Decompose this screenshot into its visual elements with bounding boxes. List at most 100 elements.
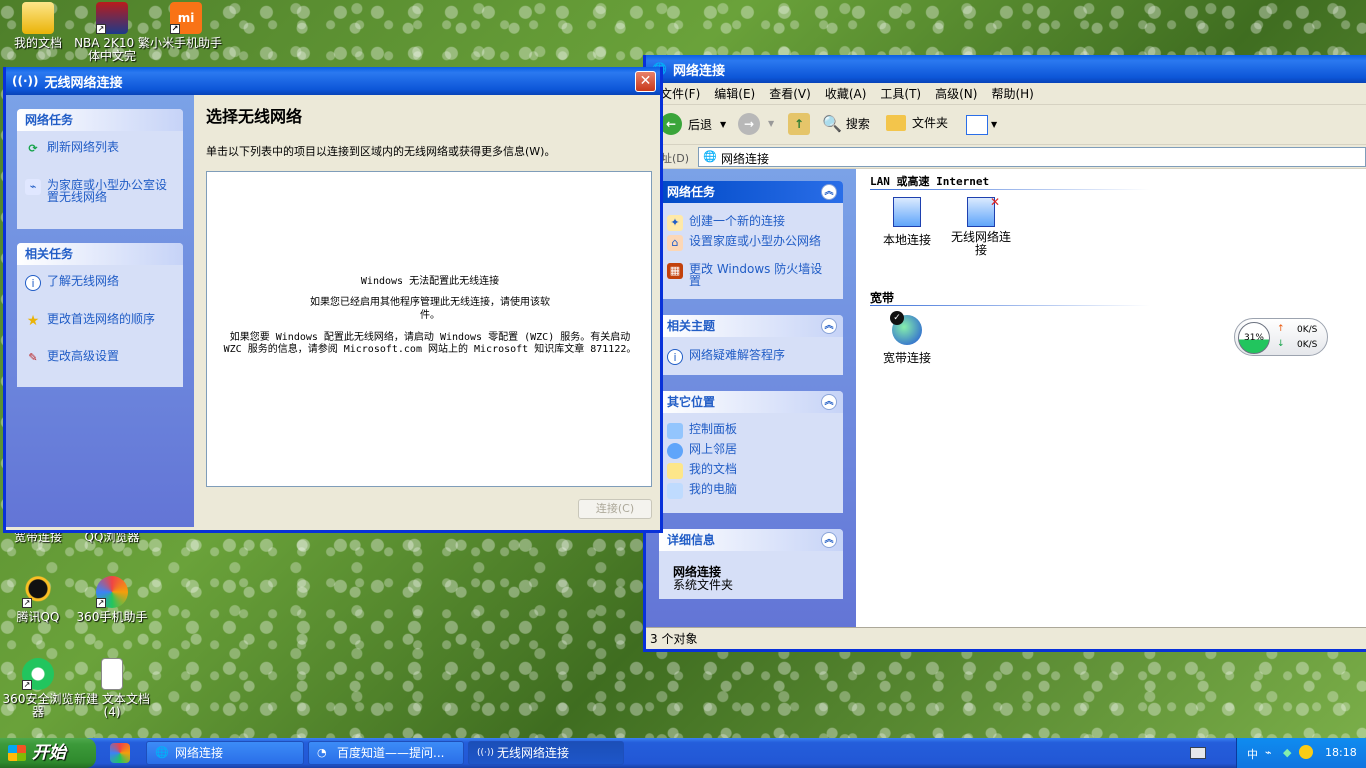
lan-computer-icon <box>893 197 921 227</box>
network-window-titlebar[interactable]: 🌐 网络连接 <box>646 55 1366 83</box>
nba-game-icon: ↗ <box>96 2 128 34</box>
forward-dropdown-icon[interactable]: ▼ <box>768 119 774 128</box>
menu-advanced[interactable]: 高级(N) <box>935 83 977 104</box>
back-button[interactable]: ← 后退 ▼ <box>660 113 726 135</box>
change-preferred-order-link[interactable]: ★ 更改首选网络的顺序 <box>25 313 155 329</box>
troubleshooter-link[interactable]: i 网络疑难解答程序 <box>667 349 785 365</box>
network-tasks-header[interactable]: 网络任务 ︽ <box>659 181 843 203</box>
control-panel-link[interactable]: 控制面板 <box>667 423 737 439</box>
wireless-network-tasks-title: 网络任务 <box>25 113 74 127</box>
network-tasks-group: 网络任务 ︽ ✦ 创建一个新的连接 ⌂ 设置家庭或小型办公网络 ▦ 更改 Win… <box>659 181 843 299</box>
connect-button[interactable]: 连接(C) <box>578 499 652 519</box>
address-network-icon: 🌐 <box>703 150 717 163</box>
windows-flag-icon <box>8 745 26 761</box>
desktop-icon-text-file[interactable]: 新建 文本文档 (4) <box>74 658 150 719</box>
setup-home-wireless-link[interactable]: ⌁ 为家庭或小型办公室设置无线网络 <box>25 179 175 203</box>
taskbar-item-network[interactable]: 🌐 网络连接 <box>146 741 304 765</box>
status-text: 3 个对象 <box>650 632 698 646</box>
change-advanced-settings-link[interactable]: ✎ 更改高级设置 <box>25 350 119 366</box>
text-file-icon <box>101 658 123 690</box>
forward-button[interactable]: → <box>738 113 760 135</box>
network-folder-icon: 🌐 <box>155 746 169 759</box>
related-topics-header[interactable]: 相关主题 ︽ <box>659 315 843 337</box>
up-folder-icon[interactable]: ↑ <box>788 113 810 135</box>
setup-home-wireless-label: 为家庭或小型办公室设置无线网络 <box>47 178 168 204</box>
menu-help[interactable]: 帮助(H) <box>991 83 1033 104</box>
broadband-connection-item[interactable]: ✓ 宽带连接 <box>874 311 940 366</box>
desktop-icon-qq[interactable]: ↗ 腾讯QQ <box>0 576 76 624</box>
refresh-icon: ⟳ <box>28 142 38 155</box>
download-arrow-icon: ↓ <box>1277 339 1285 349</box>
details-header[interactable]: 详细信息 ︽ <box>659 529 843 551</box>
menu-file[interactable]: 文件(F) <box>660 83 700 104</box>
network-list[interactable]: Windows 无法配置此无线连接 如果您已经启用其他程序管理此无线连接，请使用… <box>206 171 652 487</box>
folders-label: 文件夹 <box>912 116 949 130</box>
menu-view[interactable]: 查看(V) <box>769 83 811 104</box>
desktop-icon-360-browser[interactable]: ↗ 360安全浏览器 <box>0 658 76 719</box>
collapse-icon[interactable]: ︽ <box>821 532 837 548</box>
network-status-icon[interactable]: ⌁ <box>1265 746 1272 759</box>
start-button[interactable]: 开始 <box>0 738 96 768</box>
info-icon: i <box>25 275 41 291</box>
home-network-label: 设置家庭或小型办公网络 <box>689 234 822 248</box>
upload-speed: 0K/S <box>1297 325 1318 335</box>
create-connection-link[interactable]: ✦ 创建一个新的连接 <box>667 215 785 231</box>
collapse-icon[interactable]: ︽ <box>821 318 837 334</box>
speed-widget[interactable]: 31% ↑ 0K/S ↓ 0K/S <box>1234 318 1328 356</box>
collapse-icon[interactable]: ︽ <box>821 184 837 200</box>
local-connection-item[interactable]: 本地连接 <box>874 197 940 248</box>
wireless-window-titlebar[interactable]: ((·)) 无线网络连接 <box>6 67 660 95</box>
desktop-icon-360-phone[interactable]: ↗ 360手机助手 <box>74 576 150 624</box>
details-group: 详细信息 ︽ 网络连接 系统文件夹 <box>659 529 843 599</box>
wireless-network-tasks-header: 网络任务 <box>17 109 183 131</box>
refresh-network-list-link[interactable]: ⟳ 刷新网络列表 <box>25 141 119 157</box>
search-button[interactable]: 🔍 搜索 <box>822 114 870 133</box>
learn-wireless-link[interactable]: i 了解无线网络 <box>25 275 119 291</box>
back-label: 后退 <box>688 117 713 132</box>
section-lan-header: LAN 或高速 Internet <box>870 175 990 188</box>
menu-tools[interactable]: 工具(T) <box>880 83 921 104</box>
address-value: 网络连接 <box>721 152 770 166</box>
taskbar-item-baidu[interactable]: ◔ 百度知道——提问... <box>308 741 464 765</box>
page-title: 选择无线网络 <box>206 107 303 126</box>
xiaomi-icon: mi ↗ <box>170 2 202 34</box>
folders-button[interactable]: 文件夹 <box>886 114 948 131</box>
desktop-icon-documents[interactable]: 我的文档 <box>0 2 76 50</box>
wireless-main-area: 选择无线网络 单击以下列表中的项目以连接到区域内的无线网络或获得更多信息(W)。… <box>194 95 660 527</box>
toolbar: ← 后退 ▼ → ▼ ↑ 🔍 搜索 文件夹 ▼ <box>646 105 1366 145</box>
address-field[interactable]: 🌐 网络连接 <box>698 147 1366 167</box>
keyboard-icon[interactable] <box>1190 747 1206 759</box>
clock[interactable]: 18:18 <box>1325 746 1357 759</box>
error-message: Windows 无法配置此无线连接 <box>360 276 500 287</box>
memory-percent-badge: 31% <box>1238 322 1270 354</box>
desktop-icon-nba[interactable]: ↗ NBA 2K10 繁体中文完 <box>74 2 150 63</box>
wireless-connection-item[interactable]: ✕ 无线网络连接 <box>946 196 1016 257</box>
network-task-pane: 网络任务 ︽ ✦ 创建一个新的连接 ⌂ 设置家庭或小型办公网络 ▦ 更改 Win… <box>646 169 856 627</box>
local-connection-label: 本地连接 <box>882 233 931 247</box>
ime-icon[interactable]: 中 <box>1247 746 1258 762</box>
settings-icon: ✎ <box>28 351 38 364</box>
desktop-icon-xiaomi[interactable]: mi ↗ 小米手机助手 <box>148 2 224 50</box>
views-dropdown-icon[interactable]: ▼ <box>991 120 997 129</box>
back-dropdown-icon[interactable]: ▼ <box>720 120 726 129</box>
views-icon[interactable] <box>966 115 988 135</box>
wzc-message: 如果您要 Windows 配置此无线网络，请启动 Windows 零配置 (WZ… <box>223 332 637 355</box>
taskbar-item-wireless[interactable]: ((·)) 无线网络连接 <box>468 741 624 765</box>
firewall-link[interactable]: ▦ 更改 Windows 防火墙设置 <box>667 263 827 287</box>
close-button[interactable]: ✕ <box>635 71 656 92</box>
wireless-icon: ((·)) <box>477 748 494 758</box>
menu-favorites[interactable]: 收藏(A) <box>825 83 867 104</box>
change-preferred-order-label: 更改首选网络的顺序 <box>47 312 156 326</box>
my-computer-link[interactable]: 我的电脑 <box>667 483 737 499</box>
my-documents-link[interactable]: 我的文档 <box>667 463 737 479</box>
network-places-link[interactable]: 网上邻居 <box>667 443 737 459</box>
other-places-header[interactable]: 其它位置 ︽ <box>659 391 843 413</box>
update-icon[interactable] <box>1299 745 1313 759</box>
security-shield-icon[interactable]: ◆ <box>1283 746 1291 759</box>
menu-edit[interactable]: 编辑(E) <box>714 83 755 104</box>
star-icon: ★ <box>26 313 40 329</box>
home-network-link[interactable]: ⌂ 设置家庭或小型办公网络 <box>667 235 827 251</box>
quick-launch-icon[interactable] <box>110 743 130 763</box>
status-bar: 3 个对象 <box>646 627 1366 649</box>
collapse-icon[interactable]: ︽ <box>821 394 837 410</box>
